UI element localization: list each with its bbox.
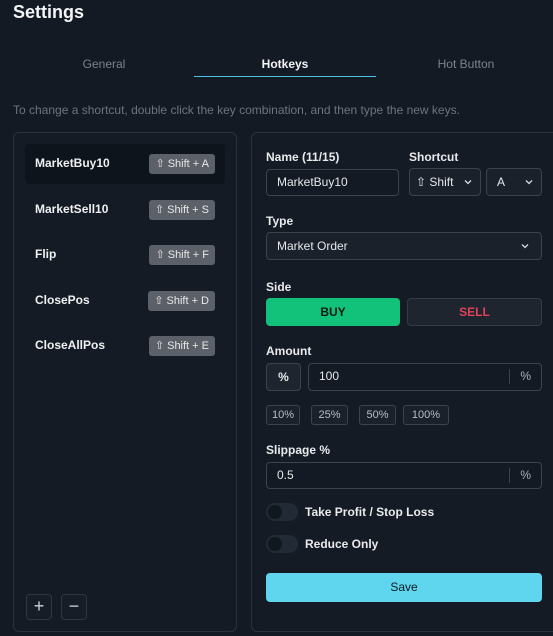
name-input[interactable]: MarketBuy10 — [266, 169, 399, 196]
reduce-only-label: Reduce Only — [305, 537, 379, 551]
shortcut-modifier-select[interactable]: ⇧ Shift — [409, 168, 481, 196]
tab-hotkeys[interactable]: Hotkeys — [194, 56, 376, 78]
hotkey-shortcut[interactable]: ⇧ Shift + E — [148, 336, 215, 356]
order-type-select[interactable]: Market Order — [266, 232, 542, 260]
hotkey-shortcut[interactable]: ⇧ Shift + A — [149, 154, 215, 174]
hotkey-name: Flip — [35, 247, 57, 261]
add-hotkey-button[interactable]: + — [26, 594, 52, 620]
hotkey-item-marketsell10[interactable]: MarketSell10 ⇧ Shift + S — [25, 190, 225, 230]
remove-hotkey-button[interactable]: − — [61, 594, 87, 620]
buy-button[interactable]: BUY — [266, 298, 400, 326]
hotkey-shortcut[interactable]: ⇧ Shift + F — [149, 245, 215, 265]
amount-value: 100 — [319, 369, 340, 383]
hotkey-name: CloseAllPos — [35, 338, 106, 352]
toggle-knob — [268, 537, 282, 551]
minus-icon: − — [68, 596, 80, 616]
amount-preset-25[interactable]: 25% — [311, 405, 348, 425]
amount-input[interactable]: 100 % — [308, 363, 542, 391]
name-label: Name (11/15) — [266, 150, 340, 164]
slippage-label: Slippage % — [266, 443, 331, 457]
save-button[interactable]: Save — [266, 573, 542, 602]
amount-preset-10[interactable]: 10% — [266, 405, 300, 425]
amount-preset-50[interactable]: 50% — [359, 405, 396, 425]
amount-label: Amount — [266, 344, 312, 358]
amount-unit: % — [520, 369, 531, 383]
chevron-down-icon — [464, 180, 472, 185]
amount-preset-100[interactable]: 100% — [403, 405, 449, 425]
tab-hot-button[interactable]: Hot Button — [375, 56, 553, 78]
chevron-down-icon — [521, 244, 529, 249]
unit-divider — [509, 468, 510, 483]
slippage-value: 0.5 — [277, 468, 294, 482]
hotkey-shortcut[interactable]: ⇧ Shift + D — [148, 291, 215, 311]
take-profit-stop-loss-toggle[interactable] — [266, 503, 298, 521]
order-type-value: Market Order — [277, 239, 348, 253]
hotkey-item-closepos[interactable]: ClosePos ⇧ Shift + D — [25, 281, 225, 321]
hotkey-editor-panel: Name (11/15) MarketBuy10 Shortcut ⇧ Shif… — [251, 132, 553, 632]
shortcut-modifier-value: ⇧ Shift — [416, 175, 454, 189]
slippage-input[interactable]: 0.5 % — [266, 462, 542, 489]
hint-text: To change a shortcut, double click the k… — [13, 103, 460, 117]
type-label: Type — [266, 214, 294, 228]
reduce-only-toggle[interactable] — [266, 535, 298, 553]
chevron-down-icon — [525, 180, 533, 185]
hotkey-item-closeallpos[interactable]: CloseAllPos ⇧ Shift + E — [25, 326, 225, 366]
sell-button[interactable]: SELL — [407, 298, 542, 326]
hotkey-shortcut[interactable]: ⇧ Shift + S — [148, 200, 215, 220]
toggle-knob — [268, 505, 282, 519]
page-title: Settings — [13, 2, 85, 22]
hotkey-item-flip[interactable]: Flip ⇧ Shift + F — [25, 235, 225, 275]
hotkey-item-marketbuy10[interactable]: MarketBuy10 ⇧ Shift + A — [25, 144, 225, 184]
active-tab-indicator — [194, 76, 376, 77]
tab-general[interactable]: General — [13, 56, 195, 78]
hotkey-name: MarketBuy10 — [35, 156, 110, 170]
take-profit-stop-loss-label: Take Profit / Stop Loss — [305, 505, 435, 519]
plus-icon: + — [33, 596, 45, 616]
amount-mode-button[interactable]: % — [266, 363, 301, 391]
unit-divider — [509, 369, 510, 384]
shortcut-key-select[interactable]: A — [486, 168, 542, 196]
hotkey-list-panel: MarketBuy10 ⇧ Shift + A MarketSell10 ⇧ S… — [13, 132, 237, 632]
slippage-unit: % — [520, 468, 531, 482]
shortcut-key-value: A — [497, 175, 506, 189]
side-label: Side — [266, 280, 292, 294]
shortcut-label: Shortcut — [409, 150, 459, 164]
hotkey-name: ClosePos — [35, 293, 90, 307]
hotkey-name: MarketSell10 — [35, 202, 109, 216]
